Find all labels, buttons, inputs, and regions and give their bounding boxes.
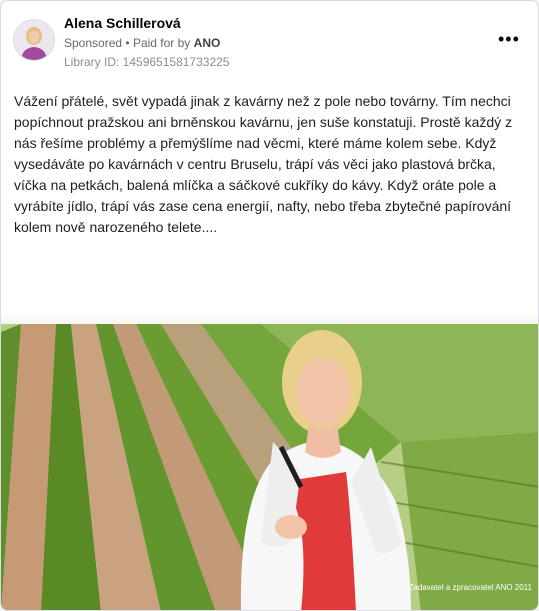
author-name[interactable]: Alena Schillerová: [64, 15, 181, 31]
post-image[interactable]: Zadavatel a zpracovatel ANO 2011: [1, 312, 538, 610]
sponsored-label: Sponsored: [64, 36, 123, 50]
avatar[interactable]: [13, 19, 55, 61]
image-caption: Zadavatel a zpracovatel ANO 2011: [408, 583, 532, 592]
meta-dot: •: [125, 36, 133, 50]
ad-card: Alena Schillerová Sponsored • Paid for b…: [0, 0, 539, 611]
paid-for-prefix: Paid for by: [132, 36, 191, 50]
library-id: Library ID: 1459651581733225: [64, 55, 230, 69]
paid-for-by[interactable]: ANO: [194, 36, 221, 50]
post-text: Vážení přátelé, svět vypadá jinak z kavá…: [14, 93, 513, 235]
more-options-icon[interactable]: •••: [498, 29, 520, 50]
vineyard-photo: [1, 312, 538, 610]
sponsored-meta: Sponsored • Paid for by ANO: [64, 36, 220, 50]
